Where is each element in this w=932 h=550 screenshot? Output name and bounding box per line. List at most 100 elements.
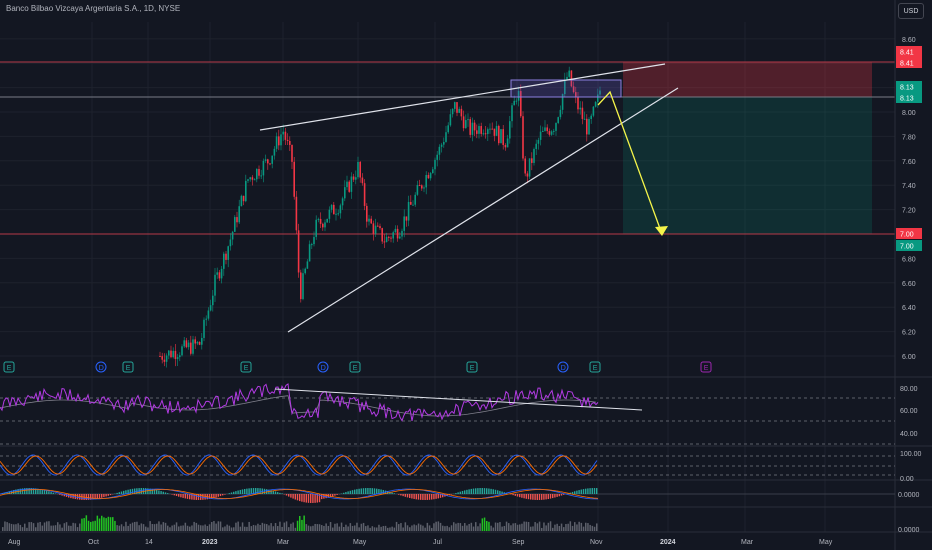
time-tick-label[interactable]: Mar (741, 539, 754, 546)
volume-bar (558, 526, 561, 531)
candle-body (269, 163, 271, 165)
volume-bar (237, 521, 239, 531)
time-tick-label[interactable]: Jul (433, 539, 442, 546)
macd-bar (167, 493, 169, 494)
earnings-marker[interactable]: E (700, 361, 712, 373)
volume-histogram[interactable] (2, 515, 598, 531)
earnings-marker[interactable]: E (3, 361, 15, 373)
candle-body (379, 226, 381, 229)
volume-bar (109, 517, 112, 531)
rsi-panel[interactable] (0, 383, 895, 445)
volume-bar (369, 527, 371, 531)
currency-button[interactable]: USD (898, 3, 924, 19)
candle-body (242, 195, 245, 202)
volume-bar (81, 518, 83, 531)
volume-bar (281, 526, 283, 531)
macd-bar (277, 492, 279, 494)
candle-body (594, 102, 597, 107)
stop-loss-zone[interactable] (623, 62, 872, 97)
volume-bar (435, 521, 437, 531)
time-tick-label[interactable]: Aug (8, 539, 21, 546)
volume-bar (72, 522, 74, 531)
macd-bar (41, 489, 43, 494)
macd-bar (543, 494, 545, 500)
volume-bar (464, 523, 466, 531)
candle-body (592, 106, 595, 116)
dividend-marker[interactable]: D (317, 361, 329, 373)
candle-body (423, 187, 425, 189)
volume-bar (486, 520, 488, 531)
candle-body (190, 342, 192, 354)
symbol-title[interactable]: Banco Bilbao Vizcaya Argentaria S.A., 1D… (6, 4, 180, 13)
volume-bar (96, 515, 99, 531)
price-tick-label: 6.40 (902, 305, 916, 312)
volume-bar (406, 525, 409, 531)
time-axis[interactable]: Aug Oct 14 2023 Mar May Jul Sep Nov 2024 Mar May (8, 539, 833, 546)
volume-bar (580, 522, 583, 531)
macd-bar (470, 488, 472, 494)
volume-bar (475, 522, 477, 531)
volume-bar (156, 523, 158, 531)
volume-bar (428, 525, 431, 531)
stoch-panel[interactable] (0, 454, 895, 476)
macd-bar (303, 494, 305, 503)
volume-bar (219, 521, 222, 531)
candle-body (333, 204, 335, 215)
volume-bar (239, 526, 242, 531)
time-tick-label[interactable]: Oct (88, 539, 99, 546)
volume-bar (415, 525, 418, 531)
volume-bar (327, 525, 330, 531)
candle-body (291, 144, 293, 162)
volume-bar (501, 526, 503, 531)
take-profit-zone[interactable] (623, 97, 872, 234)
time-tick-label[interactable]: Sep (512, 539, 525, 546)
candle-body (286, 139, 289, 141)
volume-bar (536, 523, 539, 531)
earnings-marker[interactable]: E (240, 361, 252, 373)
time-tick-label[interactable]: May (819, 539, 833, 546)
time-tick-label[interactable]: 14 (145, 539, 153, 546)
time-tick-label[interactable]: Mar (277, 539, 290, 546)
candle-body (434, 159, 436, 170)
volume-bar (424, 527, 426, 531)
time-tick-label[interactable]: May (353, 539, 367, 546)
macd-bar (160, 491, 162, 494)
candle-body (559, 109, 562, 118)
candle-body (495, 125, 498, 136)
volume-bar (268, 525, 270, 531)
macd-bar (558, 494, 560, 497)
dividend-marker[interactable]: D (557, 361, 569, 373)
earnings-marker[interactable]: E (466, 361, 478, 373)
dividend-marker[interactable]: D (95, 361, 107, 373)
candle-body (181, 346, 183, 356)
volume-bar (65, 522, 68, 531)
candle-body (359, 161, 361, 178)
macd-bar (292, 494, 294, 499)
volume-bar (459, 523, 462, 531)
macd-panel[interactable] (0, 488, 895, 503)
time-tick-label[interactable]: 2024 (660, 539, 676, 546)
candle-body (218, 272, 221, 279)
volume-bar (466, 525, 468, 531)
candle-body (326, 218, 328, 223)
macd-bar (162, 491, 164, 494)
volume-bar (362, 522, 365, 531)
consolidation-box[interactable] (510, 79, 622, 98)
volume-bar (296, 520, 299, 531)
chart-canvas[interactable]: EDEEDEEDEE 8.608.408.208.007.807.607.407… (0, 0, 932, 550)
time-tick-label[interactable]: 2023 (202, 539, 218, 546)
volume-bar (92, 521, 94, 531)
macd-bar (217, 494, 219, 497)
candle-body (460, 108, 463, 117)
time-tick-label[interactable]: Nov (590, 539, 603, 546)
volume-bar (129, 523, 132, 531)
macd-bar (593, 488, 596, 494)
volume-bar (246, 526, 248, 531)
candle-body (491, 128, 493, 130)
candle-body (179, 355, 181, 358)
macd-bar (46, 490, 48, 494)
earnings-marker[interactable]: E (122, 361, 134, 373)
macd-bar (369, 488, 371, 494)
volume-bar (420, 524, 422, 531)
macd-bar (140, 488, 142, 494)
